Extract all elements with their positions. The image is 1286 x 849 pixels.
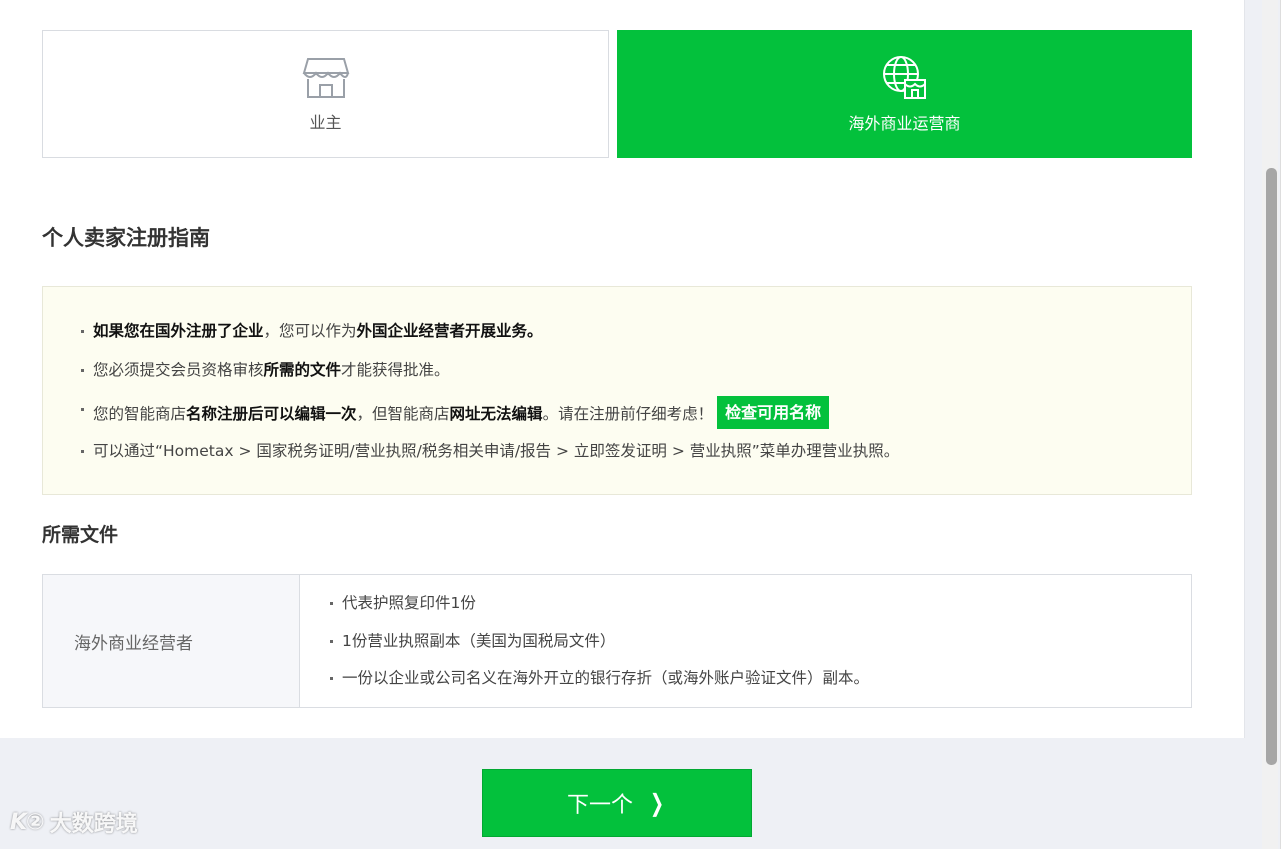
- watermark: K② 大数跨境: [10, 806, 138, 838]
- guide-item-3-part-1: 您的智能商店: [93, 405, 187, 423]
- guide-item-3-part-3: ，但智能商店: [356, 405, 450, 423]
- guide-item-2-part-3: 才能获得批准。: [341, 361, 450, 379]
- window-edge: [1280, 0, 1286, 849]
- chevron-right-icon: ❯: [649, 789, 665, 817]
- guide-item-3-part-5: 。请在注册前仔细考虑！: [542, 405, 714, 423]
- seller-type-owner-label: 业主: [309, 113, 342, 132]
- guide-notice-box: 如果您在国外注册了企业，您可以作为外国企业经营者开展业务。 您必须提交会员资格审…: [42, 286, 1192, 495]
- seller-type-overseas-operator-card[interactable]: 海外商业运营商: [617, 30, 1192, 158]
- watermark-text: 大数跨境: [49, 812, 138, 837]
- main-panel: 业主 海外商业运营商 个人卖家注册指南 如果您在国外注册了企业，您可以作为外国企…: [0, 0, 1245, 738]
- seller-type-owner-card[interactable]: 业主: [42, 30, 609, 158]
- documents-title: 所需文件: [42, 524, 119, 546]
- scrollbar-thumb[interactable]: [1266, 168, 1277, 765]
- guide-item-2-part-2: 所需的文件: [263, 361, 342, 379]
- document-item: 一份以企业或公司名义在海外开立的银行存折（或海外账户验证文件）副本。: [330, 667, 1191, 705]
- globe-store-icon: [882, 56, 926, 99]
- documents-table: 海外商业经营者 代表护照复印件1份 1份营业执照副本（美国为国税局文件） 一份以…: [42, 574, 1192, 708]
- guide-item-3: 您的智能商店名称注册后可以编辑一次，但智能商店网址无法编辑。请在注册前仔细考虑！…: [79, 396, 1191, 440]
- guide-item-3-part-4: 网址无法编辑: [449, 405, 543, 423]
- guide-item-2: 您必须提交会员资格审核所需的文件才能获得批准。: [79, 359, 1191, 398]
- documents-list: 代表护照复印件1份 1份营业执照副本（美国为国税局文件） 一份以企业或公司名义在…: [300, 575, 1191, 707]
- storefront-icon: [302, 58, 349, 98]
- guide-item-4-part-1: 可以通过“Hometax > 国家税务证明/营业执照/税务相关申请/报告 > 立…: [93, 442, 900, 460]
- guide-item-4: 可以通过“Hometax > 国家税务证明/营业执照/税务相关申请/报告 > 立…: [79, 440, 1191, 479]
- guide-item-3-part-2: 名称注册后可以编辑一次: [186, 405, 357, 423]
- watermark-logo: K②: [10, 809, 45, 835]
- next-button[interactable]: 下一个 ❯: [482, 769, 752, 837]
- guide-item-1-part-1: 如果您在国外注册了企业: [93, 322, 264, 340]
- guide-item-1-part-2: ，您可以作为: [263, 322, 357, 340]
- documents-row-header: 海外商业经营者: [43, 575, 300, 707]
- document-item: 代表护照复印件1份: [330, 592, 1191, 630]
- guide-item-1-part-3: 外国企业经营者开展业务。: [356, 322, 543, 340]
- seller-type-overseas-operator-label: 海外商业运营商: [848, 114, 961, 133]
- document-item: 1份营业执照副本（美国为国税局文件）: [330, 630, 1191, 668]
- next-button-label: 下一个: [566, 793, 633, 818]
- guide-title: 个人卖家注册指南: [42, 226, 210, 250]
- guide-item-2-part-1: 您必须提交会员资格审核: [93, 361, 264, 379]
- check-name-button[interactable]: 检查可用名称: [717, 396, 830, 429]
- guide-item-1: 如果您在国外注册了企业，您可以作为外国企业经营者开展业务。: [79, 320, 1191, 359]
